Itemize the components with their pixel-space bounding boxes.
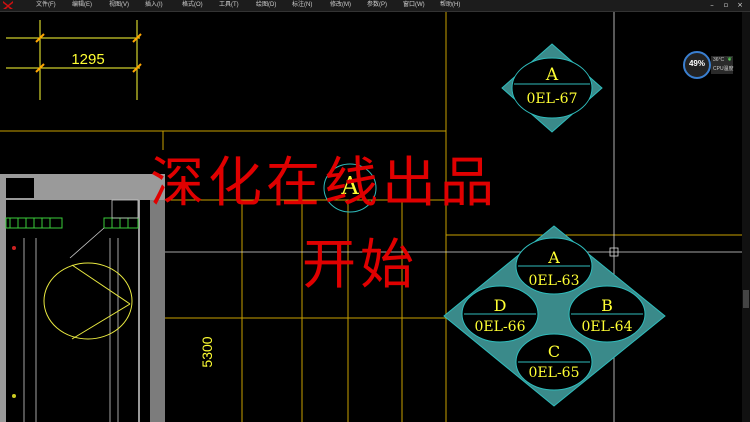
- restore-button[interactable]: ▫: [721, 1, 731, 9]
- cpu-temperature: 36°C: [713, 57, 725, 63]
- menu-bar: 文件(F) 编辑(E) 视图(V) 插入(I) 格式(O) 工具(T) 绘图(D…: [0, 0, 750, 12]
- tag-b-code: 0EL-64: [582, 319, 633, 335]
- menu-format[interactable]: 格式(O): [182, 0, 203, 11]
- tag-c-code: 0EL-65: [529, 365, 580, 381]
- menu-parameters[interactable]: 参数(P): [367, 0, 387, 11]
- menu-view[interactable]: 视图(V): [109, 0, 129, 11]
- leaf-icon: ❦: [727, 56, 733, 63]
- tag-top-code: 0EL-67: [527, 91, 578, 107]
- cpu-label: CPU温度: [713, 66, 734, 72]
- menu-dimension[interactable]: 标注(N): [292, 0, 312, 11]
- drawing-canvas[interactable]: 1295 5300 A 0EL-67 A A 0EL-63 D 0EL-66 B…: [0, 0, 750, 422]
- cpu-widget[interactable]: 49% 36°C ❦ CPU温度: [683, 51, 750, 79]
- tag-cluster-b[interactable]: B 0EL-64: [568, 285, 646, 343]
- menu-edit[interactable]: 编辑(E): [72, 0, 92, 11]
- tag-top-letter: A: [545, 65, 559, 85]
- tag-d-code: 0EL-66: [475, 319, 526, 335]
- dimension-vertical-text: 5300: [199, 336, 215, 367]
- menu-modify[interactable]: 修改(M): [330, 0, 351, 11]
- menu-insert[interactable]: 插入(I): [145, 0, 163, 11]
- tag-a-code: 0EL-63: [529, 273, 580, 289]
- menu-tools[interactable]: 工具(T): [219, 0, 239, 11]
- app-logo-icon[interactable]: [1, 0, 15, 10]
- menu-file[interactable]: 文件(F): [36, 0, 56, 11]
- tag-b-letter: B: [601, 296, 613, 315]
- tag-middle-letter: A: [340, 172, 359, 200]
- cpu-percent: 49%: [688, 59, 705, 68]
- minimize-button[interactable]: –: [707, 1, 717, 9]
- tag-a-letter: A: [547, 248, 560, 267]
- menu-draw[interactable]: 绘图(D): [256, 0, 276, 11]
- menu-help[interactable]: 帮助(H): [440, 0, 460, 11]
- tag-c-letter: C: [548, 342, 560, 361]
- scrollbar-thumb[interactable]: [743, 290, 749, 308]
- tag-cluster-c[interactable]: C 0EL-65: [515, 333, 593, 391]
- tag-d-letter: D: [494, 296, 507, 315]
- wall-structure: [0, 174, 165, 422]
- menu-window[interactable]: 窗口(W): [403, 0, 425, 11]
- dimension-top-text: 1295: [71, 51, 104, 68]
- tag-cluster-d[interactable]: D 0EL-66: [461, 285, 539, 343]
- close-button[interactable]: ×: [735, 1, 745, 9]
- tag-cluster-a[interactable]: A 0EL-63: [515, 237, 593, 295]
